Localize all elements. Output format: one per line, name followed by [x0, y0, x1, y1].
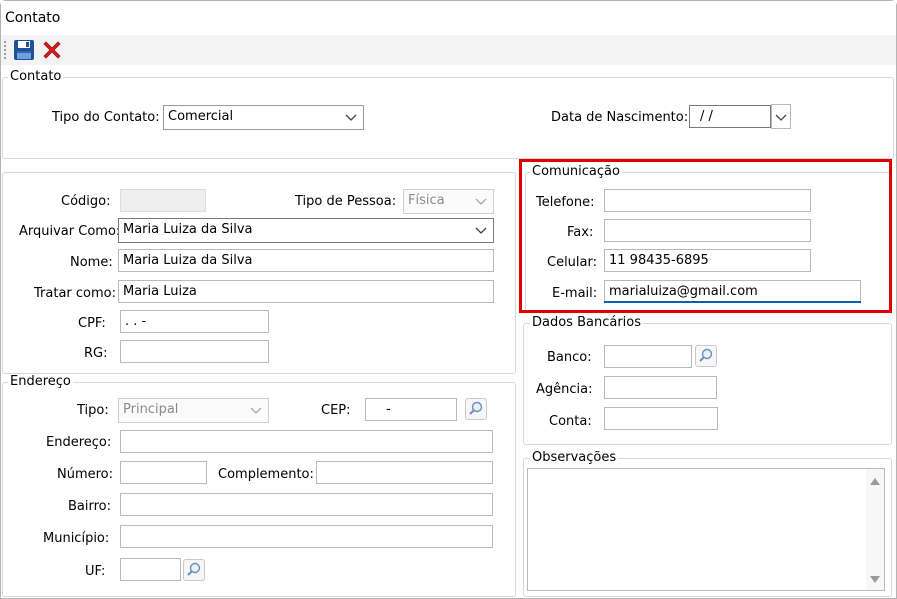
data-nascimento-dropdown[interactable]: [771, 104, 791, 129]
codigo-label: Código:: [61, 194, 111, 209]
scroll-down-arrow-icon[interactable]: [870, 576, 880, 584]
search-icon: [187, 562, 201, 576]
arquivar-como-select[interactable]: Maria Luiza da Silva: [118, 218, 494, 243]
tratar-como-label: Tratar como:: [34, 286, 116, 301]
observacoes-textarea[interactable]: [527, 468, 885, 591]
close-icon[interactable]: [41, 39, 63, 61]
scroll-up-arrow-icon[interactable]: [870, 477, 880, 485]
municipio-field[interactable]: [120, 525, 493, 548]
cpf-field[interactable]: . . -: [120, 310, 269, 333]
observacoes-scrollbar[interactable]: [866, 469, 884, 590]
search-icon: [699, 348, 713, 362]
endereco-legend: Endereço: [8, 374, 73, 389]
cpf-value: . . -: [125, 314, 147, 329]
conta-label: Conta:: [549, 414, 592, 429]
tipo-pessoa-label: Tipo de Pessoa:: [295, 194, 397, 209]
arquivar-como-value: Maria Luiza da Silva: [123, 222, 253, 237]
municipio-label: Município:: [43, 531, 110, 546]
save-icon[interactable]: [13, 39, 35, 61]
chevron-down-icon: [475, 227, 487, 234]
chevron-down-icon: [475, 198, 487, 205]
data-nascimento-value: / /: [700, 109, 713, 124]
bairro-label: Bairro:: [68, 499, 112, 514]
endereco-field[interactable]: [120, 430, 493, 453]
arquivar-como-label: Arquivar Como:: [19, 224, 121, 239]
agencia-field[interactable]: [604, 376, 717, 399]
nome-value: Maria Luiza da Silva: [123, 253, 253, 268]
tipo-contato-value: Comercial: [168, 109, 234, 124]
tipo-contato-label: Tipo do Contato:: [52, 110, 160, 125]
uf-search-button[interactable]: [183, 559, 205, 581]
chevron-down-icon: [345, 114, 357, 121]
tipo-contato-select[interactable]: Comercial: [163, 105, 364, 130]
toolbar: [1, 35, 896, 65]
toolbar-grip[interactable]: [4, 41, 6, 59]
cep-value: -: [386, 402, 391, 417]
search-icon: [469, 401, 483, 415]
endereco-tipo-select[interactable]: Principal: [118, 398, 269, 423]
rg-field[interactable]: [120, 340, 269, 363]
dados-bancarios-legend: Dados Bancários: [530, 315, 644, 330]
conta-field[interactable]: [604, 407, 718, 430]
cep-label: CEP:: [321, 403, 351, 418]
chevron-down-icon: [775, 114, 787, 121]
data-nascimento-label: Data de Nascimento:: [551, 110, 689, 125]
uf-label: UF:: [85, 564, 106, 579]
banco-field[interactable]: [604, 345, 692, 368]
tipo-pessoa-select[interactable]: Física: [403, 189, 494, 214]
tipo-pessoa-value: Física: [408, 193, 445, 208]
agencia-label: Agência:: [536, 382, 593, 397]
complemento-field[interactable]: [316, 461, 493, 484]
tratar-como-field[interactable]: Maria Luiza: [118, 280, 494, 303]
endereco-label: Endereço:: [46, 435, 112, 450]
observacoes-legend: Observações: [530, 450, 619, 465]
window-title: Contato: [5, 10, 61, 26]
complemento-label: Complemento:: [218, 467, 314, 482]
nome-label: Nome:: [70, 255, 113, 270]
uf-field[interactable]: [120, 558, 181, 581]
codigo-field: [120, 189, 206, 212]
numero-field[interactable]: [120, 461, 207, 484]
bairro-field[interactable]: [120, 493, 493, 516]
contato-legend: Contato: [8, 69, 64, 84]
cep-field[interactable]: -: [365, 398, 457, 421]
endereco-tipo-value: Principal: [123, 402, 179, 417]
cep-search-button[interactable]: [465, 398, 487, 420]
title-bar: Contato: [1, 1, 896, 35]
tratar-como-value: Maria Luiza: [123, 284, 197, 299]
banco-search-button[interactable]: [695, 345, 717, 367]
cpf-label: CPF:: [78, 316, 106, 331]
numero-label: Número:: [57, 467, 114, 482]
endereco-tipo-label: Tipo:: [77, 403, 109, 418]
comunicacao-highlight-frame: [519, 159, 892, 313]
chevron-down-icon: [250, 407, 262, 414]
data-nascimento-field[interactable]: / /: [689, 105, 771, 128]
nome-field[interactable]: Maria Luiza da Silva: [118, 249, 494, 272]
rg-label: RG:: [84, 346, 108, 361]
banco-label: Banco:: [547, 350, 592, 365]
